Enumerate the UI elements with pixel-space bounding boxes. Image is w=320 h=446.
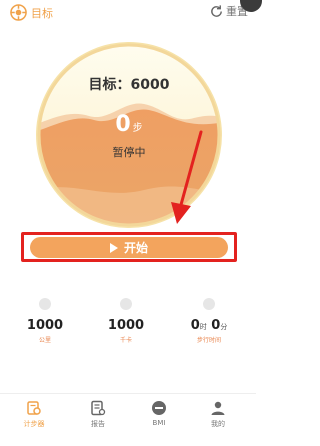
report-icon xyxy=(91,400,106,416)
target-icon xyxy=(10,4,27,21)
tab-pedometer[interactable]: 计步器 xyxy=(14,400,54,429)
profile-icon xyxy=(211,401,225,415)
stat-distance-label: 公里 xyxy=(38,337,51,344)
stat-calories-label: 千卡 xyxy=(119,337,132,344)
bottom-tab-bar: 计步器 报告 BMI 我的 xyxy=(0,393,256,446)
play-icon xyxy=(109,242,118,253)
stat-calories: 1000 千卡 xyxy=(91,298,161,344)
walk-minutes-value: 0 xyxy=(211,318,221,333)
walk-hours-unit: 时 xyxy=(199,323,207,331)
walk-minutes-unit: 分 xyxy=(220,323,228,331)
tab-profile[interactable]: 我的 xyxy=(198,400,238,429)
tab-bmi[interactable]: BMI xyxy=(139,400,179,427)
calories-icon xyxy=(120,298,132,310)
tab-report[interactable]: 报告 xyxy=(78,400,118,429)
stat-walk-time-value: 0时 0分 xyxy=(174,318,244,333)
distance-icon xyxy=(39,298,51,310)
tab-profile-label: 我的 xyxy=(211,420,225,428)
annotation-arrow xyxy=(171,130,203,224)
pedometer-icon xyxy=(27,401,41,415)
stat-walk-time: 0时 0分 步行时间 xyxy=(174,298,244,344)
stat-distance-value: 1000 xyxy=(26,318,64,333)
tab-pedometer-label: 计步器 xyxy=(23,420,45,428)
time-icon xyxy=(203,298,215,310)
target-button[interactable]: 目标 xyxy=(10,4,53,21)
goal-text: 目标：6000 xyxy=(88,77,170,93)
reset-icon xyxy=(211,4,222,17)
start-label: 开始 xyxy=(123,241,148,255)
steps-value: 0 xyxy=(115,112,131,137)
stat-calories-value: 1000 xyxy=(107,318,145,333)
steps-unit: 步 xyxy=(132,123,143,134)
tab-report-label: 报告 xyxy=(91,420,105,428)
bmi-icon xyxy=(152,401,166,415)
stat-distance: 1000 公里 xyxy=(10,298,80,344)
start-button[interactable]: 开始 xyxy=(30,237,228,258)
stats-row: 1000 公里 1000 千卡 0时 0分 步行时间 xyxy=(0,298,256,348)
stat-walk-time-label: 步行时间 xyxy=(196,337,221,344)
target-label: 目标 xyxy=(31,6,53,20)
top-bar: 目标 重置 xyxy=(0,0,262,26)
tab-bmi-label: BMI xyxy=(152,419,166,427)
walk-hours-value: 0 xyxy=(190,318,200,333)
